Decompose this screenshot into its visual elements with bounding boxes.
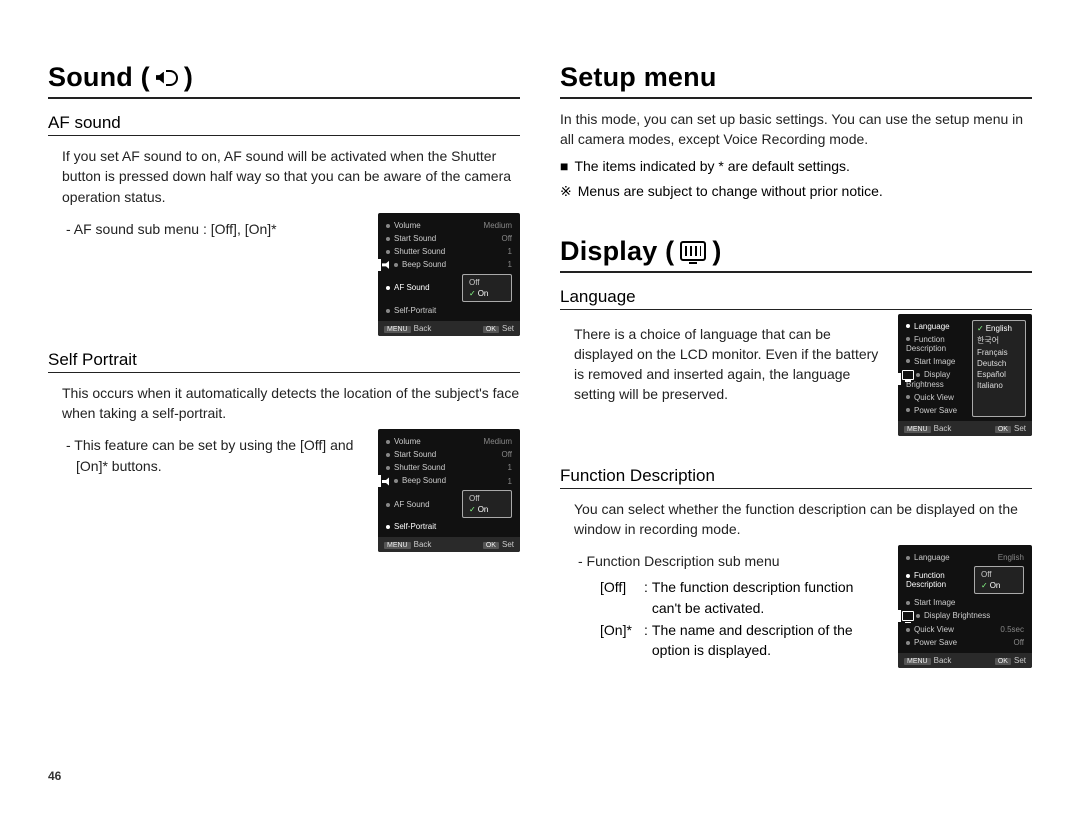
lcd-footer: MENUBack OKSet — [378, 321, 520, 336]
setup-menu-title: Setup menu — [560, 62, 1032, 99]
language-heading: Language — [560, 287, 1032, 310]
function-description-heading: Function Description — [560, 466, 1032, 489]
right-column: Setup menu In this mode, you can set up … — [560, 62, 1032, 785]
fd-options: [Off] : The function description functio… — [600, 577, 884, 660]
display-title-prefix: Display ( — [560, 236, 674, 267]
lcd-language: Language Function Description Start Imag… — [898, 314, 1032, 436]
display-title-suffix: ) — [712, 236, 721, 267]
lcd-footer: MENUBack OKSet — [378, 537, 520, 552]
fd-option-box: Off On — [974, 566, 1024, 594]
lcd-footer: MENUBack OKSet — [898, 653, 1032, 668]
left-column: Sound ( ) AF sound If you set AF sound t… — [48, 62, 520, 785]
page-number: 46 — [48, 769, 61, 783]
speaker-icon — [156, 67, 178, 89]
sound-tab-icon — [382, 476, 392, 486]
display-tab-icon — [902, 611, 914, 621]
lcd-footer: MENUBack OKSet — [898, 421, 1032, 436]
monitor-icon — [680, 241, 706, 261]
af-sound-heading: AF sound — [48, 113, 520, 136]
function-description-body: You can select whether the function desc… — [574, 499, 1032, 540]
language-option-box: English 한국어 Français Deutsch Español Ita… — [972, 320, 1026, 417]
self-portrait-submenu: - This feature can be set by using the [… — [76, 435, 364, 476]
fd-submenu-title: - Function Description sub menu — [588, 551, 884, 571]
display-section-title: Display ( ) — [560, 236, 1032, 273]
lcd-self-portrait: VolumeMedium Start SoundOff Shutter Soun… — [378, 429, 520, 552]
self-option-box: Off On — [462, 490, 512, 518]
af-sound-body: If you set AF sound to on, AF sound will… — [62, 146, 520, 207]
sound-title-prefix: Sound ( — [48, 62, 150, 93]
af-sound-option-box: Off On — [462, 274, 512, 302]
self-portrait-body: This occurs when it automatically detect… — [62, 383, 520, 424]
self-portrait-heading: Self Portrait — [48, 350, 520, 373]
display-tab-icon — [902, 370, 914, 380]
language-body: There is a choice of language that can b… — [574, 324, 884, 405]
lcd-af-sound: VolumeMedium Start SoundOff Shutter Soun… — [378, 213, 520, 336]
sound-tab-icon — [382, 260, 392, 270]
manual-page: Sound ( ) AF sound If you set AF sound t… — [0, 0, 1080, 815]
setup-bullet-notice: ※ Menus are subject to change without pr… — [560, 181, 1032, 202]
sound-section-title: Sound ( ) — [48, 62, 520, 99]
af-sound-submenu: - AF sound sub menu : [Off], [On]* — [76, 219, 364, 239]
setup-bullet-default: ■ The items indicated by * are default s… — [560, 156, 1032, 177]
lcd-function-description: LanguageEnglish Function Description Off… — [898, 545, 1032, 668]
setup-menu-title-text: Setup menu — [560, 62, 717, 93]
sound-title-suffix: ) — [184, 62, 193, 93]
setup-menu-body: In this mode, you can set up basic setti… — [560, 109, 1032, 150]
